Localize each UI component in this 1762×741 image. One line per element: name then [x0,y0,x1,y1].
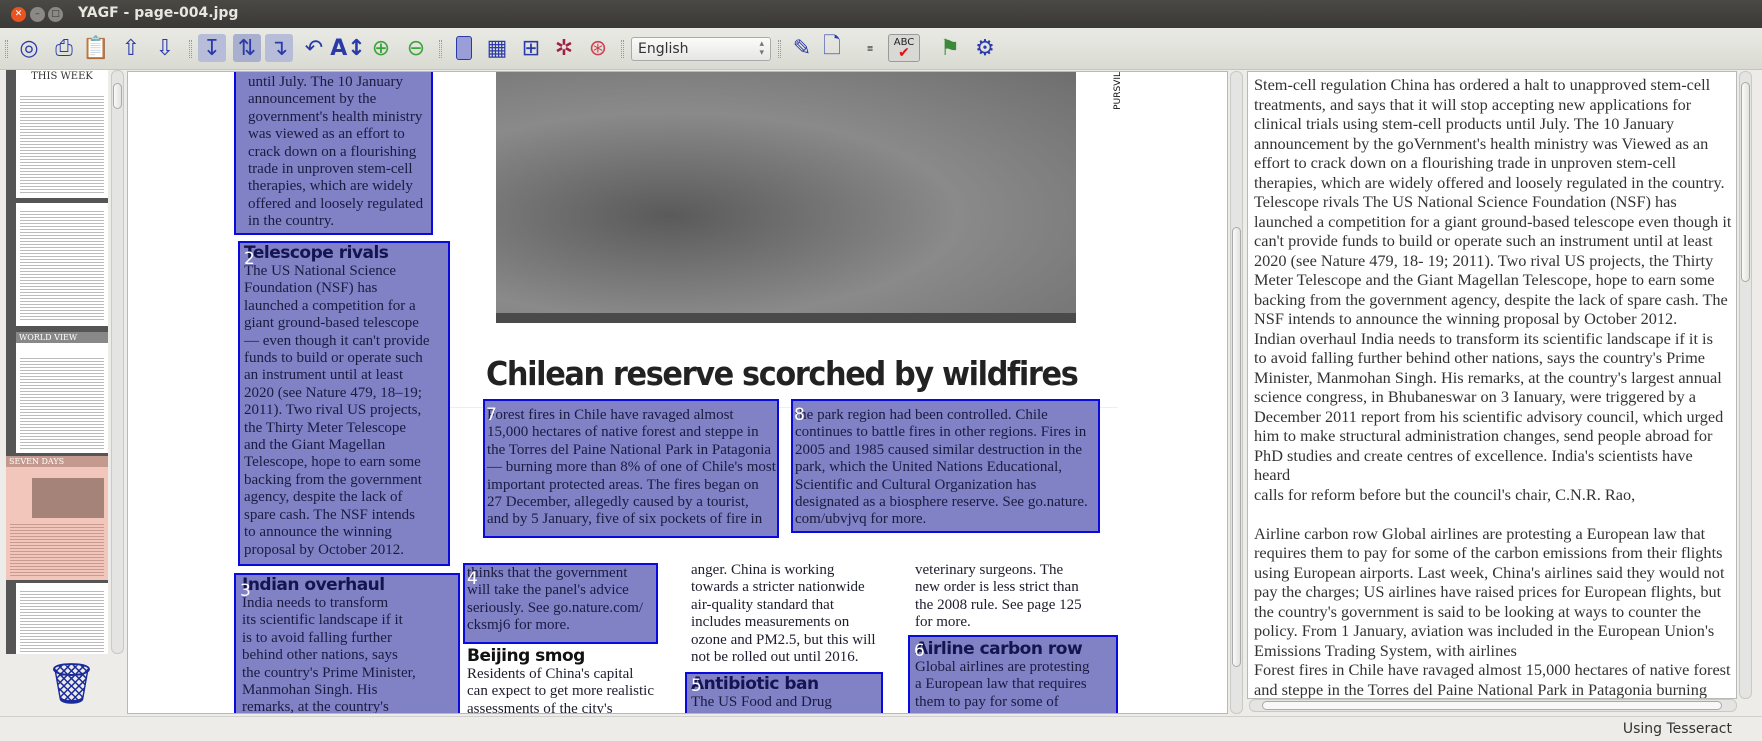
block-number: 5 [691,676,702,696]
page-thumbnail[interactable] [16,583,108,654]
table-icon[interactable]: ⊞ [517,34,545,62]
recognized-text-editor[interactable]: Stem-cell regulation China has ordered a… [1247,71,1737,699]
edit-pencil-icon[interactable]: ✎ [788,34,816,62]
page-thumbnail-list: THIS WEEK WORLD VIEW SEVEN DAYS [6,70,108,654]
language-flag-icon[interactable]: ⚑ [936,34,964,62]
save-text-icon[interactable]: 🗋 [818,34,846,62]
toolbar-grip[interactable] [5,40,8,58]
block-number: 6 [914,641,925,661]
page-thumbnail[interactable] [16,203,108,326]
block-number: 3 [240,581,251,601]
side-label: PURSVIL [1113,72,1123,110]
text-block-6[interactable]: Airline carbon row Global airlines are p… [908,635,1118,713]
four-blocks-icon[interactable]: ▦ [483,34,511,62]
page-image-view[interactable]: PURSVIL Chilean reserve scorched by wild… [127,71,1228,714]
text-block-1[interactable]: until July. The 10 January announcement … [234,72,433,235]
paste-image-icon[interactable]: 📋 [82,34,110,62]
language-value: English [638,41,689,57]
scan-icon[interactable]: ⎙ [50,34,78,62]
clear-blocks-icon[interactable]: ✲ [550,34,578,62]
text-block-3[interactable]: Indian overhaul India needs to transform… [234,573,460,713]
minimize-button[interactable]: – [30,7,45,22]
toolbar-grip[interactable] [439,40,442,58]
column-3-text: veterinary surgeons. The new order is le… [915,562,1082,631]
toolbar-grip[interactable] [621,40,624,58]
page-view-scrollbar[interactable] [1230,71,1243,714]
recognize-page-icon[interactable]: ≣ [856,34,884,62]
checkmark-icon: ✔ [898,45,910,61]
recognized-text[interactable]: Stem-cell regulation China has ordered a… [1248,72,1736,698]
rotate-icon[interactable]: ⇅ [233,34,261,62]
text-block-2[interactable]: Telescope rivals The US National Science… [238,241,450,566]
block-number: 8 [794,405,805,425]
text-horizontal-scrollbar[interactable] [1249,699,1737,712]
text-size-icon[interactable]: A↕ [330,34,365,62]
ocr-engine-status: Using Tesseract [1622,721,1732,737]
article-headline: Chilean reserve scorched by wildfires [486,354,1079,393]
text-block-7[interactable]: Forest fires in Chile have ravaged almos… [483,399,779,538]
select-text-icon[interactable]: ↶ [300,34,328,62]
zoom-in-icon[interactable]: ⊕ [367,34,395,62]
remove-blocks-icon[interactable]: ⊛ [584,34,612,62]
status-bar: Using Tesseract [0,716,1762,741]
zoom-out-icon[interactable]: ⊖ [402,34,430,62]
language-select[interactable]: English ▴ ▾ [631,37,771,61]
settings-gear-icon[interactable]: ⚙ [971,34,999,62]
crop-icon[interactable]: ↴ [265,34,293,62]
page-thumbnail[interactable]: THIS WEEK [16,70,108,198]
toolbar: ◎ ⎙ 📋 ⇧ ⇩ ↧ ⇅ ↴ ↶ A↕ ⊕ ⊖ ▦ ⊞ ✲ ⊛ English… [0,28,1762,70]
block-number: 7 [486,405,497,425]
block-number: 2 [244,249,255,269]
page-thumbnail-selected[interactable]: SEVEN DAYS [6,456,108,580]
single-block-icon[interactable] [450,34,478,62]
toolbar-grip[interactable] [189,40,192,58]
spellcheck-button[interactable]: ABC ✔ [888,34,920,62]
page-thumbnail[interactable]: WORLD VIEW [16,332,108,453]
window-title: YAGF - page-004.jpg [78,5,239,21]
maximize-button[interactable]: □ [48,7,63,22]
wildfire-photo [496,72,1076,323]
column-2-text: anger. China is working towards a strict… [691,562,876,666]
text-block-8[interactable]: the park region had been controlled. Chi… [791,399,1100,533]
export-icon[interactable]: ⇧ [117,34,145,62]
toolbar-grip[interactable] [778,40,781,58]
thumbnail-photo [32,478,104,518]
select-arrows-icon: ▴ ▾ [759,39,764,58]
close-button[interactable]: ✕ [11,7,26,22]
beijing-smog-article: Beijing smog Residents of China's capita… [467,646,654,714]
block-number: 4 [467,569,478,589]
title-bar: ✕ – □ YAGF - page-004.jpg [0,0,1762,28]
open-image-icon[interactable]: ◎ [15,34,43,62]
text-vertical-scrollbar[interactable] [1739,71,1752,699]
trash-icon[interactable]: 🗑 [46,660,97,708]
text-block-4[interactable]: thinks that the government will take the… [463,563,658,644]
text-block-5[interactable]: Antibiotic ban The US Food and Drug 5 [685,672,883,713]
deskew-icon[interactable]: ↧ [198,34,226,62]
import-icon[interactable]: ⇩ [151,34,179,62]
thumbnail-scrollbar[interactable] [111,70,124,654]
